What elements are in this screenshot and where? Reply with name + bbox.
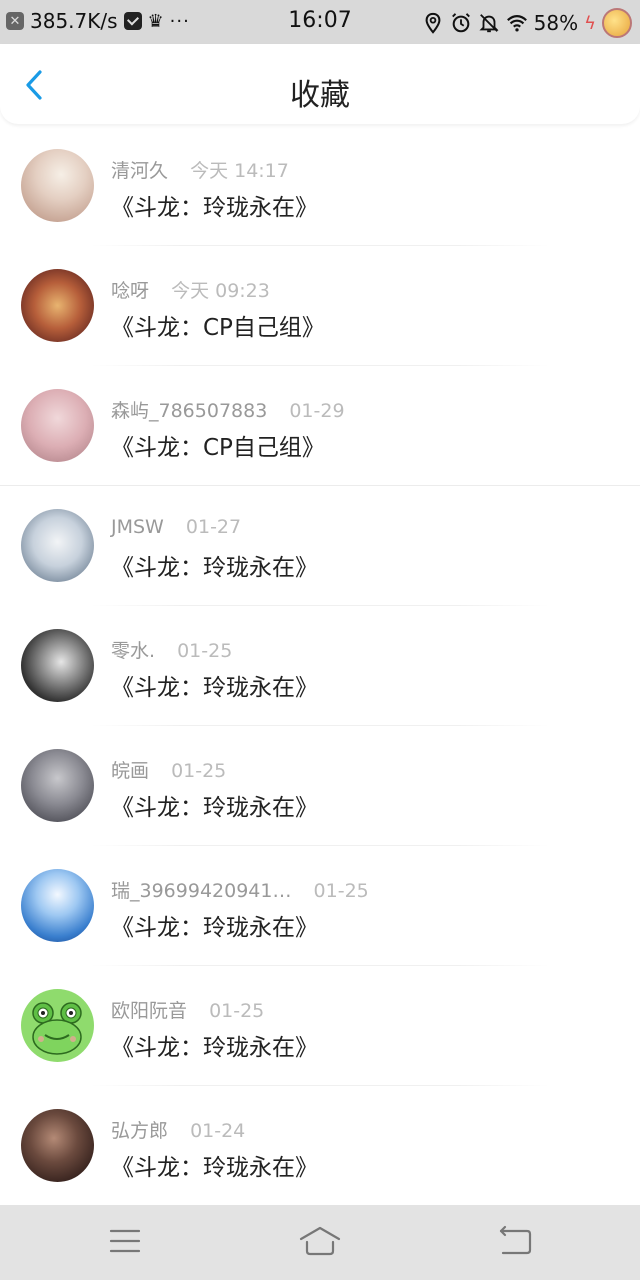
home-icon <box>299 1226 341 1256</box>
avatar[interactable] <box>21 149 94 222</box>
nav-menu-button[interactable] <box>103 1223 147 1259</box>
item-time: 01-24 <box>190 1120 246 1142</box>
item-title[interactable]: 《斗龙：玲珑永在》 <box>111 1028 318 1062</box>
frog-icon <box>32 1002 82 1055</box>
item-title[interactable]: 《斗龙：玲珑永在》 <box>111 908 318 942</box>
author-name[interactable]: 欧阳阮音 <box>111 1000 187 1022</box>
avatar[interactable] <box>21 269 94 342</box>
list-item[interactable]: 清河久 今天 14:17 《斗龙：玲珑永在》 <box>0 126 640 246</box>
charging-icon: ϟ <box>584 12 596 34</box>
status-bar: ✕ 385.7K/s ♛ ··· 16:07 58% ϟ <box>0 0 640 44</box>
location-icon <box>422 12 444 34</box>
item-title[interactable]: 《斗龙：玲珑永在》 <box>111 1148 318 1182</box>
author-name[interactable]: 皖画 <box>111 760 149 782</box>
header: 收藏 <box>0 44 640 124</box>
author-name[interactable]: 唸呀 <box>111 280 149 302</box>
alarm-icon <box>450 12 472 34</box>
item-title[interactable]: 《斗龙：玲珑永在》 <box>111 668 318 702</box>
item-meta: 清河久 今天 14:17 <box>111 156 289 183</box>
item-meta: 森屿_786507883 01-29 <box>111 396 345 423</box>
avatar[interactable] <box>21 749 94 822</box>
status-right: 58% ϟ <box>422 8 632 38</box>
item-title[interactable]: 《斗龙：玲珑永在》 <box>111 548 318 582</box>
item-meta: JMSW 01-27 <box>111 516 241 538</box>
system-nav-bar <box>0 1205 640 1280</box>
author-name[interactable]: 清河久 <box>111 160 168 182</box>
item-title[interactable]: 《斗龙：玲珑永在》 <box>111 788 318 822</box>
author-name[interactable]: JMSW <box>111 516 164 538</box>
list-item[interactable]: JMSW 01-27 《斗龙：玲珑永在》 <box>0 486 640 606</box>
item-time: 今天 14:17 <box>190 160 289 182</box>
item-time: 01-29 <box>289 400 345 422</box>
avatar[interactable] <box>21 389 94 462</box>
nav-home-button[interactable] <box>298 1223 342 1259</box>
back-icon <box>499 1225 532 1255</box>
list-item[interactable]: 欧阳阮音 01-25 《斗龙：玲珑永在》 <box>0 966 640 1086</box>
page-title: 收藏 <box>290 78 350 113</box>
avatar[interactable] <box>21 629 94 702</box>
author-name[interactable]: 弘方郎 <box>111 1120 168 1142</box>
item-title[interactable]: 《斗龙：CP自己组》 <box>111 428 325 462</box>
author-name[interactable]: 森屿_786507883 <box>111 400 267 422</box>
list-item[interactable]: 森屿_786507883 01-29 《斗龙：CP自己组》 <box>0 366 640 486</box>
menu-icon <box>109 1229 141 1253</box>
item-meta: 欧阳阮音 01-25 <box>111 996 264 1023</box>
item-meta: 弘方郎 01-24 <box>111 1116 245 1143</box>
item-time: 01-25 <box>177 640 233 662</box>
nav-back-button[interactable] <box>493 1223 537 1259</box>
wifi-icon <box>506 12 528 34</box>
mute-icon <box>478 12 500 34</box>
list-item[interactable]: 零水. 01-25 《斗龙：玲珑永在》 <box>0 606 640 726</box>
item-time: 01-25 <box>313 880 369 902</box>
battery-level: 58% <box>533 11 579 35</box>
list-item[interactable]: 唸呀 今天 09:23 《斗龙：CP自己组》 <box>0 246 640 366</box>
item-time: 01-25 <box>171 760 227 782</box>
item-time: 01-25 <box>209 1000 265 1022</box>
item-time: 01-27 <box>185 516 242 538</box>
item-meta: 零水. 01-25 <box>111 636 232 663</box>
author-name[interactable]: 瑞_39699420941… <box>111 880 291 902</box>
item-meta: 皖画 01-25 <box>111 756 226 783</box>
item-meta: 瑞_39699420941… 01-25 <box>111 876 369 903</box>
item-title[interactable]: 《斗龙：玲珑永在》 <box>111 188 318 222</box>
avatar[interactable] <box>21 989 94 1062</box>
bee-app-icon <box>602 8 632 38</box>
item-title[interactable]: 《斗龙：CP自己组》 <box>111 308 325 342</box>
list-item[interactable]: 弘方郎 01-24 《斗龙：玲珑永在》 <box>0 1086 640 1206</box>
avatar[interactable] <box>21 509 94 582</box>
list-item[interactable]: 皖画 01-25 《斗龙：玲珑永在》 <box>0 726 640 846</box>
avatar[interactable] <box>21 869 94 942</box>
favorites-list: 清河久 今天 14:17 《斗龙：玲珑永在》 唸呀 今天 09:23 《斗龙：C… <box>0 126 640 1206</box>
item-meta: 唸呀 今天 09:23 <box>111 276 270 303</box>
list-item[interactable]: 瑞_39699420941… 01-25 《斗龙：玲珑永在》 <box>0 846 640 966</box>
item-time: 今天 09:23 <box>171 280 270 302</box>
avatar[interactable] <box>21 1109 94 1182</box>
author-name[interactable]: 零水. <box>111 640 155 662</box>
